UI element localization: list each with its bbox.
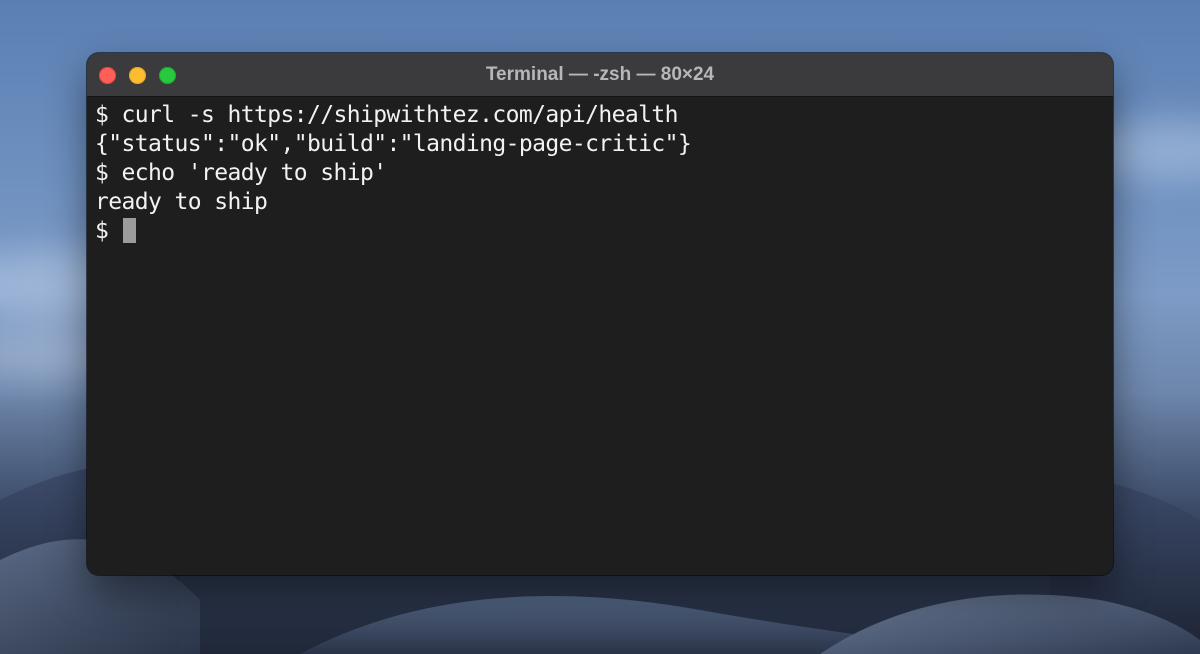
terminal-window[interactable]: Terminal — -zsh — 80×24 $ curl -s https:… [87,53,1113,575]
title-bar[interactable]: Terminal — -zsh — 80×24 [87,53,1113,97]
terminal-line: ready to ship [95,189,268,215]
prompt-line[interactable]: $ [95,217,1113,246]
terminal-line: $ curl -s https://shipwithtez.com/api/he… [95,102,678,128]
prompt-symbol: $ [95,218,122,244]
terminal-line: $ echo 'ready to ship' [95,160,387,186]
window-title: Terminal — -zsh — 80×24 [485,64,715,85]
terminal-output[interactable]: $ curl -s https://shipwithtez.com/api/he… [87,97,1113,575]
terminal-line: {"status":"ok","build":"landing-page-cri… [95,131,692,157]
text-cursor [122,218,136,243]
